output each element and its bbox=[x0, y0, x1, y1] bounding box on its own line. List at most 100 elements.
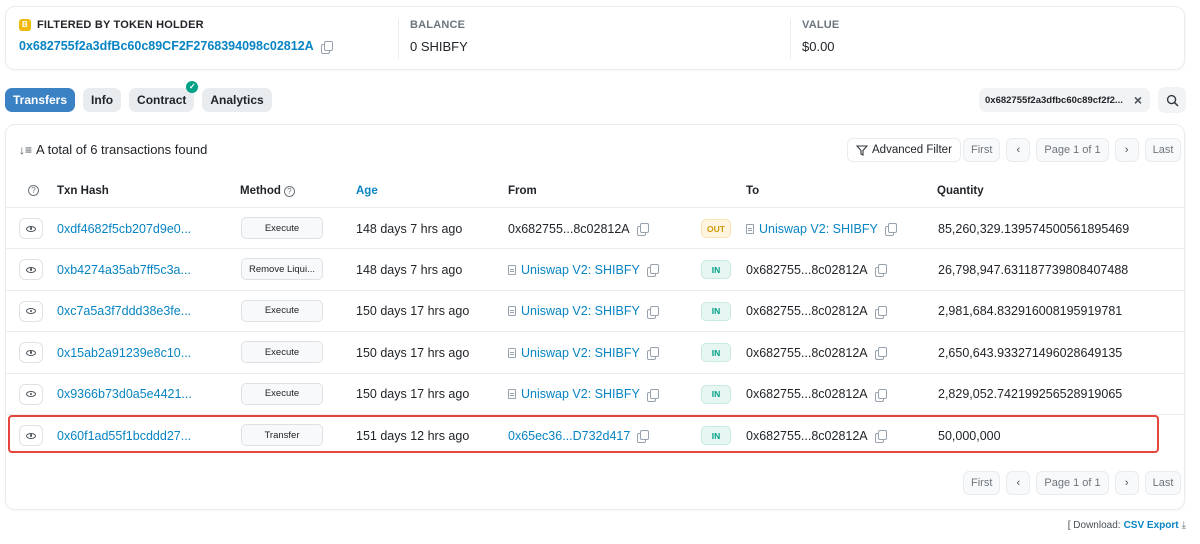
to-address: 0x682755...8c02812A bbox=[746, 249, 887, 290]
to-address[interactable]: Uniswap V2: SHIBFY bbox=[746, 208, 897, 249]
copy-icon[interactable] bbox=[320, 40, 333, 54]
help-icon: ? bbox=[28, 185, 39, 196]
holder-address-text[interactable]: 0x682755f2a3dfBc60c89CF2F2768394098c0281… bbox=[19, 39, 314, 53]
tab-analytics[interactable]: Analytics bbox=[202, 88, 272, 112]
csv-export-link[interactable]: CSV Export bbox=[1124, 520, 1179, 531]
search-button[interactable] bbox=[1158, 87, 1186, 113]
copy-icon[interactable] bbox=[637, 430, 650, 443]
quantity-value: 26,798,947.631187739808407488 bbox=[938, 262, 1129, 277]
view-details-button[interactable] bbox=[19, 218, 43, 239]
copy-icon[interactable] bbox=[874, 305, 887, 319]
contract-icon bbox=[508, 306, 516, 317]
page-indicator: Page 1 of 1 bbox=[1036, 138, 1109, 162]
last-page-button[interactable]: Last bbox=[1144, 138, 1182, 162]
from-address-text[interactable]: 0x65ec36...D732d417 bbox=[508, 429, 630, 443]
direction-badge: IN bbox=[701, 343, 731, 363]
from-address[interactable]: 0x65ec36...D732d417 bbox=[508, 415, 650, 456]
to-address: 0x682755...8c02812A bbox=[746, 291, 887, 332]
next-page-button[interactable]: › bbox=[1114, 138, 1139, 162]
from-address-text[interactable]: Uniswap V2: SHIBFY bbox=[521, 263, 640, 277]
from-address[interactable]: Uniswap V2: SHIBFY bbox=[508, 291, 659, 332]
first-page-button[interactable]: First bbox=[963, 471, 1001, 495]
view-details-button[interactable] bbox=[19, 300, 43, 322]
to-address-text: 0x682755...8c02812A bbox=[746, 304, 868, 319]
balance-section: BALANCE 0 SHIBFY bbox=[410, 19, 468, 54]
quantity-value: 85,260,329.139574500561895469 bbox=[938, 221, 1130, 236]
tab-contract[interactable]: Contract ✓ bbox=[129, 81, 199, 112]
table-row: 0x9366b73d0a5e4421... Execute 150 days 17 … bbox=[6, 372, 1184, 415]
txn-hash-link[interactable]: 0x9366b73d0a5e4421... bbox=[57, 374, 192, 415]
view-details-button[interactable] bbox=[19, 342, 43, 364]
prev-page-button[interactable]: ‹ bbox=[1006, 138, 1031, 162]
help-icon[interactable]: ? bbox=[283, 185, 295, 197]
download-footer: [ Download: CSV Export ⤓ bbox=[1068, 520, 1186, 531]
to-address-text: 0x682755...8c02812A bbox=[746, 345, 868, 360]
from-address-text[interactable]: Uniswap V2: SHIBFY bbox=[521, 387, 640, 401]
first-page-button[interactable]: First bbox=[963, 138, 1001, 162]
verified-check-icon: ✓ bbox=[186, 81, 199, 93]
txn-hash-link[interactable]: 0x15ab2a91239e8c10... bbox=[57, 332, 191, 373]
direction-badge: IN bbox=[701, 301, 731, 321]
filter-holder-section: B FILTERED BY TOKEN HOLDER 0x682755f2a3d… bbox=[19, 19, 399, 54]
advanced-filter-button[interactable]: Advanced Filter bbox=[847, 138, 961, 162]
prev-page-button[interactable]: ‹ bbox=[1006, 471, 1031, 495]
quantity-value: 2,650,643.933271496028649135 bbox=[938, 345, 1123, 360]
view-details-button[interactable] bbox=[19, 383, 43, 405]
tab-contract-label: Contract bbox=[137, 93, 187, 107]
copy-icon[interactable] bbox=[646, 305, 659, 319]
view-details-button[interactable] bbox=[19, 259, 43, 281]
value-amount: $0.00 bbox=[802, 39, 835, 54]
filter-label: B FILTERED BY TOKEN HOLDER bbox=[19, 19, 399, 31]
holder-address[interactable]: 0x682755f2a3dfBc60c89CF2F2768394098c0281… bbox=[19, 39, 399, 54]
header-from: From bbox=[508, 185, 537, 197]
table-row: 0xc7a5a3f7ddd38e3fe... Execute 150 days 17… bbox=[6, 289, 1184, 332]
to-address: 0x682755...8c02812A bbox=[746, 332, 887, 373]
txn-hash-link[interactable]: 0xb4274a35ab7ff5c3a... bbox=[57, 249, 191, 290]
copy-icon[interactable] bbox=[646, 347, 659, 361]
direction-badge: OUT bbox=[701, 219, 731, 238]
quantity-value: 2,829,052.742199256528919065 bbox=[938, 387, 1123, 402]
txn-hash-link[interactable]: 0xc7a5a3f7ddd38e3fe... bbox=[57, 291, 191, 332]
from-address-text[interactable]: Uniswap V2: SHIBFY bbox=[521, 304, 640, 318]
view-details-button[interactable] bbox=[19, 425, 43, 446]
header-age[interactable]: Age bbox=[356, 185, 378, 197]
token-icon: B bbox=[19, 19, 31, 31]
txn-hash-link[interactable]: 0x60f1ad55f1bcddd27... bbox=[57, 415, 191, 456]
from-address-text[interactable]: Uniswap V2: SHIBFY bbox=[521, 346, 640, 360]
pager-bottom: First ‹ Page 1 of 1 › Last bbox=[963, 471, 1182, 495]
tab-transfers[interactable]: Transfers bbox=[5, 88, 76, 112]
last-page-button[interactable]: Last bbox=[1144, 471, 1182, 495]
txn-hash-link[interactable]: 0xdf4682f5cb207d9e0... bbox=[57, 208, 191, 249]
total-text: A total of 6 transactions found bbox=[36, 142, 208, 157]
method-badge: Execute bbox=[241, 217, 323, 239]
from-address[interactable]: Uniswap V2: SHIBFY bbox=[508, 249, 659, 290]
age-text: 150 days 17 hrs ago bbox=[356, 345, 470, 360]
method-badge: Execute bbox=[241, 341, 323, 364]
balance-value: 0 SHIBFY bbox=[410, 39, 468, 54]
contract-icon bbox=[508, 264, 516, 275]
quantity-value: 50,000,000 bbox=[938, 428, 1001, 443]
method-badge: Execute bbox=[241, 299, 323, 322]
from-address[interactable]: Uniswap V2: SHIBFY bbox=[508, 332, 659, 373]
tab-info[interactable]: Info bbox=[83, 88, 122, 112]
copy-icon[interactable] bbox=[636, 223, 649, 236]
copy-icon[interactable] bbox=[646, 264, 659, 278]
copy-icon[interactable] bbox=[874, 388, 887, 402]
next-page-button[interactable]: › bbox=[1114, 471, 1139, 495]
to-address: 0x682755...8c02812A bbox=[746, 415, 887, 456]
divider bbox=[398, 19, 399, 59]
direction-badge: IN bbox=[701, 260, 731, 280]
download-label: [ Download: bbox=[1067, 520, 1121, 531]
copy-icon[interactable] bbox=[874, 264, 887, 278]
copy-icon[interactable] bbox=[884, 223, 897, 236]
from-address[interactable]: Uniswap V2: SHIBFY bbox=[508, 374, 659, 415]
copy-icon[interactable] bbox=[646, 388, 659, 402]
close-icon[interactable]: × bbox=[1134, 93, 1142, 107]
address-filter-chip[interactable]: 0x682755f2a3dfbc60c89cf2f2... × bbox=[979, 88, 1150, 112]
eye-icon bbox=[26, 349, 36, 356]
to-address-text[interactable]: Uniswap V2: SHIBFY bbox=[759, 222, 878, 236]
copy-icon[interactable] bbox=[874, 347, 887, 361]
copy-icon[interactable] bbox=[874, 430, 887, 443]
eye-icon bbox=[26, 308, 36, 315]
to-address: 0x682755...8c02812A bbox=[746, 374, 887, 415]
